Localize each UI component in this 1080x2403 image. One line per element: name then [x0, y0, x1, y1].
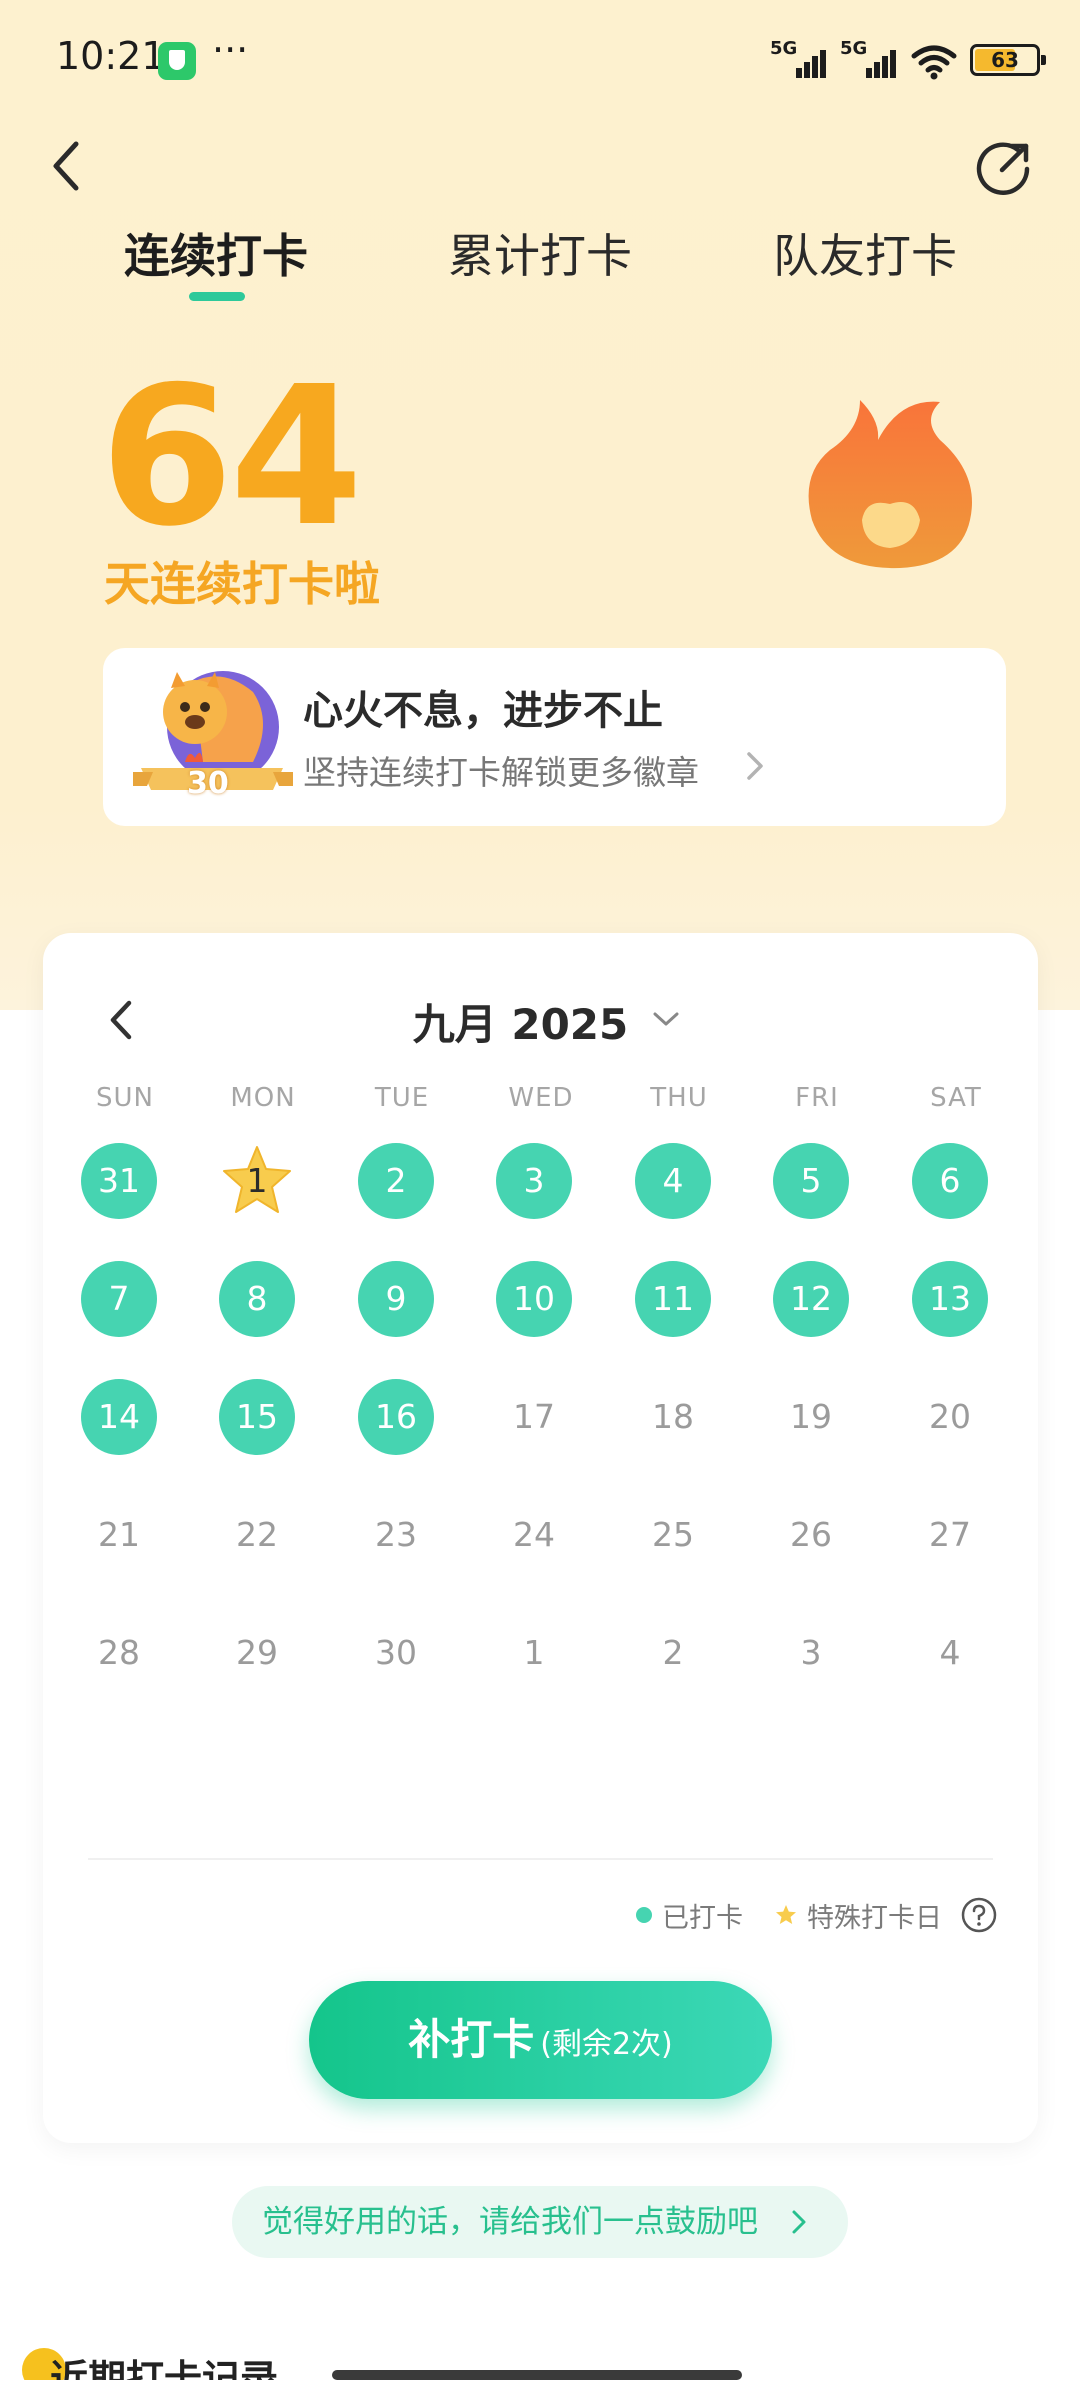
badge-subtitle: 坚持连续打卡解锁更多徽章	[303, 753, 699, 792]
weekday-fri: FRI	[795, 1083, 839, 1113]
calendar-day-plain[interactable]: 24	[496, 1497, 572, 1573]
calendar-day-plain[interactable]: 2	[635, 1615, 711, 1691]
weekday-sat: SAT	[930, 1083, 982, 1113]
calendar-day-plain[interactable]: 21	[81, 1497, 157, 1573]
weekday-header: SUN MON TUE WED THU FRI SAT	[43, 1083, 1038, 1123]
tab-bar: 连续打卡 累计打卡 队友打卡	[0, 210, 1080, 310]
calendar-day-checked[interactable]: 10	[496, 1261, 572, 1337]
recent-records-title: 近期打卡记录	[50, 2357, 279, 2380]
star-icon	[776, 1905, 796, 1924]
weekday-sun: SUN	[96, 1083, 154, 1113]
calendar-day-plain[interactable]: 20	[912, 1379, 988, 1455]
calendar-day-plain[interactable]: 27	[912, 1497, 988, 1573]
flame-icon	[808, 400, 972, 569]
calendar-day-checked[interactable]: 5	[773, 1143, 849, 1219]
security-shield-icon	[158, 42, 196, 80]
calendar-legend: 已打卡 特殊打卡日	[636, 1895, 998, 1935]
calendar-day-plain[interactable]: 28	[81, 1615, 157, 1691]
streak-label: 天连续打卡啦	[104, 557, 380, 611]
calendar-day-checked[interactable]: 15	[219, 1379, 295, 1455]
calendar-day-checked[interactable]: 4	[635, 1143, 711, 1219]
encourage-rating-link[interactable]: 觉得好用的话，请给我们一点鼓励吧	[232, 2186, 848, 2258]
calendar-day-number: 1	[246, 1161, 268, 1200]
makeup-checkin-button[interactable]: 补打卡 (剩余2次)	[309, 1981, 772, 2099]
calendar-day-plain[interactable]: 29	[219, 1615, 295, 1691]
status-time: 10:21	[56, 34, 166, 78]
tab-cumulative-checkin[interactable]: 累计打卡	[448, 220, 632, 286]
calendar-day-plain[interactable]: 25	[635, 1497, 711, 1573]
makeup-label: 补打卡	[408, 2015, 535, 2064]
more-notifications-icon: ···	[212, 28, 249, 72]
calendar-day-checked[interactable]: 3	[496, 1143, 572, 1219]
battery-level: 63	[991, 48, 1019, 72]
cellular-signal-2-icon: 5G	[840, 38, 898, 82]
calendar-day-special[interactable]: 1	[219, 1143, 295, 1219]
badge-number: 30	[187, 766, 229, 801]
calendar-day-plain[interactable]: 22	[219, 1497, 295, 1573]
battery-icon: 63	[970, 44, 1046, 76]
tab-teammate-checkin[interactable]: 队友打卡	[773, 220, 957, 286]
back-arrow-icon[interactable]	[42, 136, 92, 196]
share-icon[interactable]	[972, 138, 1034, 200]
cellular-signal-1-icon: 5G	[770, 38, 828, 82]
active-tab-indicator	[189, 292, 245, 301]
badge-title: 心火不息，进步不止	[303, 688, 663, 734]
calendar-day-plain[interactable]: 26	[773, 1497, 849, 1573]
badge-card[interactable]: 30 心火不息，进步不止 坚持连续打卡解锁更多徽章	[103, 648, 1006, 826]
calendar-day-checked[interactable]: 7	[81, 1261, 157, 1337]
calendar-day-checked[interactable]: 8	[219, 1261, 295, 1337]
chevron-right-icon	[747, 752, 763, 780]
wifi-icon	[911, 45, 957, 80]
calendar-day-plain[interactable]: 4	[912, 1615, 988, 1691]
calendar-day-checked[interactable]: 6	[912, 1143, 988, 1219]
signal-2-label: 5G	[840, 38, 868, 59]
calendar-day-plain[interactable]: 18	[635, 1379, 711, 1455]
chevron-down-icon[interactable]	[649, 1007, 683, 1031]
makeup-remaining: (剩余2次)	[540, 2027, 673, 2062]
status-bar: 10:21 ··· 5G 5G 63	[0, 0, 1080, 120]
streak-count: 64	[100, 346, 363, 569]
legend-checked-label: 已打卡	[662, 1902, 743, 1934]
legend-special-label: 特殊打卡日	[807, 1902, 942, 1934]
calendar-day-plain[interactable]: 1	[496, 1615, 572, 1691]
weekday-mon: MON	[230, 1083, 296, 1113]
calendar-day-plain[interactable]: 3	[773, 1615, 849, 1691]
calendar-day-checked[interactable]: 16	[358, 1379, 434, 1455]
calendar-day-checked[interactable]: 2	[358, 1143, 434, 1219]
calendar-day-checked[interactable]: 13	[912, 1261, 988, 1337]
calendar-divider	[88, 1858, 993, 1860]
checked-legend-dot	[636, 1907, 652, 1923]
home-indicator[interactable]	[332, 2370, 742, 2380]
calendar-day-checked[interactable]: 11	[635, 1261, 711, 1337]
help-icon[interactable]	[960, 1896, 998, 1934]
weekday-thu: THU	[650, 1083, 708, 1113]
calendar-day-checked[interactable]: 14	[81, 1379, 157, 1455]
recent-records-header: 近期打卡记录	[22, 2340, 282, 2380]
calendar-day-checked[interactable]: 12	[773, 1261, 849, 1337]
tab-consecutive-checkin[interactable]: 连续打卡	[124, 220, 308, 286]
calendar-card: 九月 2025 SUN MON TUE WED THU FRI SAT 31 1 2…	[43, 933, 1038, 2143]
weekday-tue: TUE	[374, 1083, 430, 1113]
weekday-wed: WED	[508, 1083, 574, 1113]
calendar-day-plain[interactable]: 17	[496, 1379, 572, 1455]
calendar-day-plain[interactable]: 30	[358, 1615, 434, 1691]
calendar-day-checked[interactable]: 9	[358, 1261, 434, 1337]
calendar-month-label[interactable]: 九月 2025	[43, 991, 1038, 1052]
chevron-right-icon	[792, 2210, 806, 2234]
signal-1-label: 5G	[770, 38, 798, 59]
encourage-text: 觉得好用的话，请给我们一点鼓励吧	[262, 2204, 758, 2240]
calendar-day-plain[interactable]: 19	[773, 1379, 849, 1455]
calendar-day-checked[interactable]: 31	[81, 1143, 157, 1219]
calendar-day-plain[interactable]: 23	[358, 1497, 434, 1573]
